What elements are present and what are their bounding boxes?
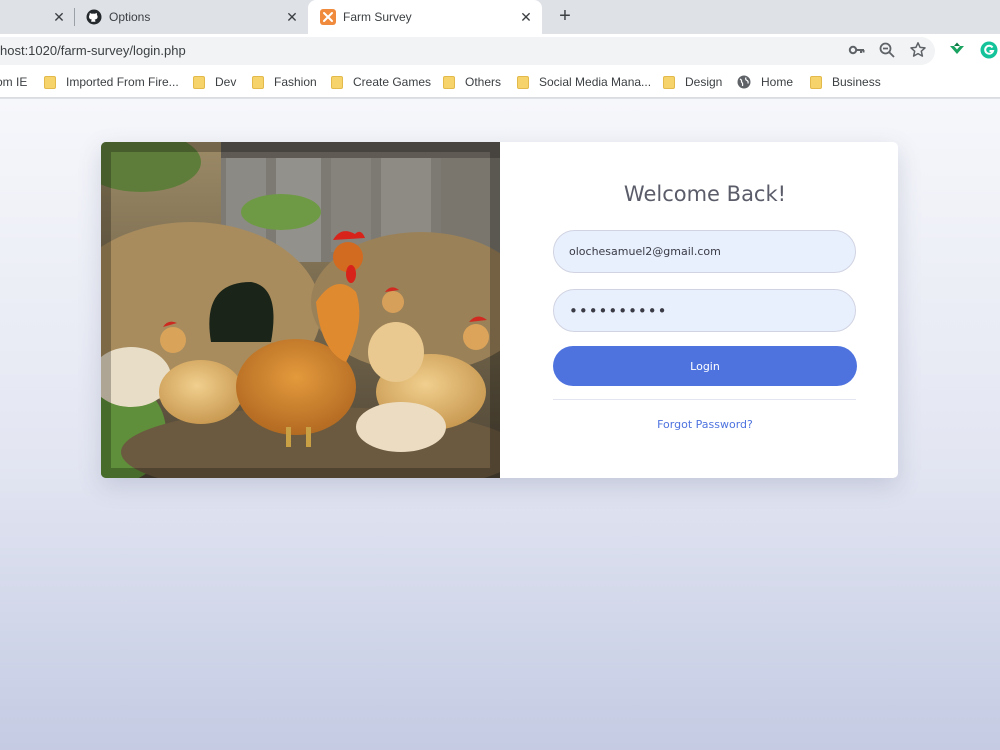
- bookmark-label: Fashion: [274, 75, 317, 89]
- folder-icon: [810, 75, 822, 89]
- xampp-icon: [320, 9, 336, 25]
- bookmark-label: om IE: [0, 75, 28, 89]
- bookmark-label: Dev: [215, 75, 237, 89]
- bookmark-star-icon[interactable]: [909, 41, 927, 59]
- folder-icon: [663, 75, 675, 89]
- close-icon[interactable]: ✕: [51, 9, 67, 25]
- login-card: Welcome Back! olochesamuel2@gmail.com ••…: [101, 142, 898, 478]
- extension-download-icon[interactable]: [948, 41, 966, 59]
- tab-options[interactable]: Options ✕: [78, 0, 306, 34]
- new-tab-button[interactable]: +: [554, 6, 576, 28]
- folder-icon: [443, 75, 455, 89]
- folder-icon: [517, 75, 529, 89]
- bookmark-folder[interactable]: Others: [443, 75, 501, 89]
- key-icon[interactable]: [848, 41, 866, 59]
- zoom-icon[interactable]: [878, 41, 896, 59]
- bookmark-folder[interactable]: Dev: [193, 75, 236, 89]
- tab-strip: ✕ Options ✕ Farm Survey ✕ +: [0, 0, 1000, 34]
- folder-icon: [193, 75, 205, 89]
- bookmark-label: Social Media Mana...: [539, 75, 652, 89]
- chickens-photo: [101, 142, 500, 478]
- folder-icon: [331, 75, 343, 89]
- bookmarks-bar: om IE Imported From Fire... Dev Fashion …: [0, 68, 1000, 98]
- bookmark-label: Design: [685, 75, 723, 89]
- tab-separator: [74, 8, 75, 26]
- bookmark-label: Home: [761, 75, 794, 89]
- bookmark-folder[interactable]: Fashion: [252, 75, 317, 89]
- login-form: Welcome Back! olochesamuel2@gmail.com ••…: [500, 142, 898, 478]
- bookmark-item[interactable]: Home: [737, 75, 793, 89]
- bookmark-label: Imported From Fire...: [66, 75, 179, 89]
- bookmark-folder[interactable]: Social Media Mana...: [517, 75, 651, 89]
- tab-label: Options: [109, 10, 151, 24]
- bookmark-label: Business: [832, 75, 881, 89]
- login-button[interactable]: Login: [553, 346, 857, 386]
- browser-toolbar: host:1020/farm-survey/login.php: [0, 34, 1000, 68]
- email-field[interactable]: olochesamuel2@gmail.com: [553, 230, 856, 273]
- bookmark-folder[interactable]: Business: [810, 75, 881, 89]
- bookmark-item[interactable]: om IE: [0, 75, 27, 89]
- url-text[interactable]: host:1020/farm-survey/login.php: [0, 43, 186, 58]
- github-icon: [86, 9, 102, 25]
- password-field[interactable]: ••••••••••: [553, 289, 856, 332]
- bookmark-label: Others: [465, 75, 502, 89]
- page-body: Welcome Back! olochesamuel2@gmail.com ••…: [0, 99, 1000, 750]
- grammarly-icon[interactable]: [980, 41, 998, 59]
- divider: [553, 399, 856, 400]
- folder-icon: [252, 75, 264, 89]
- tab-label: Farm Survey: [343, 10, 412, 24]
- folder-icon: [44, 75, 56, 89]
- forgot-password-link[interactable]: Forgot Password?: [500, 418, 898, 431]
- bookmark-label: Create Games: [353, 75, 432, 89]
- address-bar[interactable]: host:1020/farm-survey/login.php: [0, 37, 935, 65]
- bookmark-folder[interactable]: Design: [663, 75, 722, 89]
- globe-icon: [737, 75, 751, 89]
- tab-farm-survey[interactable]: Farm Survey ✕: [308, 0, 542, 34]
- bookmark-folder[interactable]: Create Games: [331, 75, 431, 89]
- bookmark-folder[interactable]: Imported From Fire...: [44, 75, 179, 89]
- page-title: Welcome Back!: [623, 182, 787, 206]
- tab-partial[interactable]: ✕: [0, 0, 72, 34]
- close-icon[interactable]: ✕: [518, 9, 534, 25]
- close-icon[interactable]: ✕: [284, 9, 300, 25]
